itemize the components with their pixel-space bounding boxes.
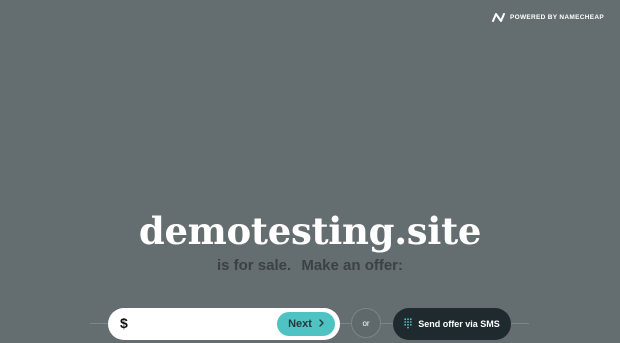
offer-amount-input[interactable] (138, 314, 282, 336)
chevron-right-icon (319, 318, 324, 330)
next-button[interactable]: Next (277, 312, 335, 336)
namecheap-logo-icon (491, 13, 505, 22)
send-offer-sms-button[interactable]: Send offer via SMS (393, 308, 511, 340)
divider-line-right (511, 323, 529, 324)
next-button-label: Next (288, 318, 312, 330)
offer-form: $ Next (108, 308, 340, 340)
make-offer-text: Make an offer: (301, 257, 404, 274)
currency-symbol: $ (120, 315, 128, 331)
for-sale-text: is for sale. (216, 257, 292, 274)
keypad-icon (404, 317, 412, 331)
sale-line: is for sale. Make an offer: (0, 257, 620, 274)
powered-by-badge[interactable]: POWERED BY NAMECHEAP (491, 13, 604, 22)
divider-line-center-right (381, 323, 393, 324)
domain-name: demotesting.site (138, 209, 482, 253)
divider-line-left (90, 323, 108, 324)
or-separator: or (351, 308, 381, 338)
send-offer-sms-label: Send offer via SMS (418, 319, 500, 329)
powered-by-text: POWERED BY NAMECHEAP (509, 14, 604, 21)
or-label: or (362, 318, 370, 328)
divider-line-center-left (340, 323, 351, 324)
